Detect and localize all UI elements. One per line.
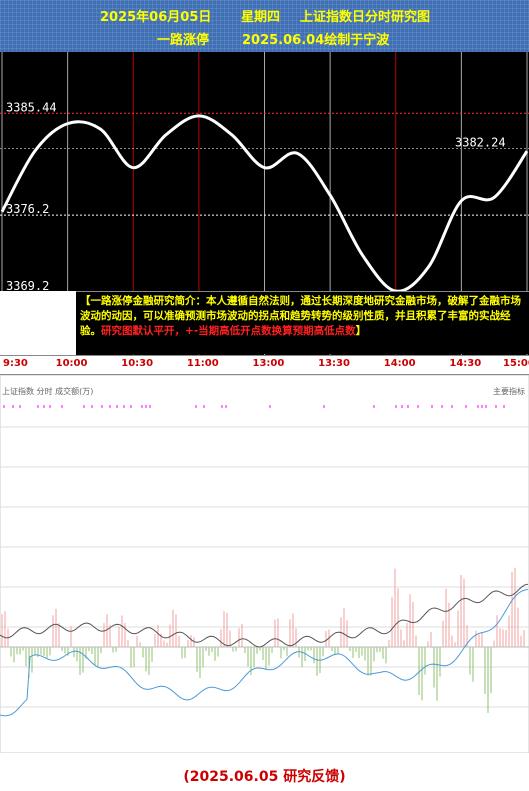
time-tick-label: 15:00	[503, 358, 529, 369]
intro-note-end: 】	[355, 325, 367, 337]
lower-panel-title: 上证指数 分时 成交额(万)	[2, 387, 94, 396]
time-tick-label: 14:00	[383, 358, 416, 369]
intro-note: 【一路涨停金融研究简介：本人遵循自然法则，通过长期深度地研究金融市场，破解了金融…	[76, 291, 529, 354]
header-date: 2025年06月05日	[100, 10, 212, 25]
time-axis: 9:30 10:00 10:30 11:00 13:00 13:30 14:00 14:30 1…	[0, 355, 529, 375]
time-tick-label: 13:30	[318, 358, 350, 369]
header-weekday: 星期四	[241, 10, 281, 25]
time-tick-label: 9:30	[3, 358, 28, 369]
lower-panel-svg	[0, 375, 529, 753]
time-tick-label: 10:00	[55, 358, 88, 369]
time-tick-label: 13:00	[252, 358, 285, 369]
price-level-label: 3385.44	[6, 100, 57, 114]
header: 2025年06月05日 星期四 上证指数日分时研究图 一路涨停 2025.06.…	[0, 0, 529, 52]
time-tick-label: 11:00	[186, 358, 219, 369]
time-tick-label: 10:30	[121, 358, 154, 369]
lower-panel-right-label: 主要指标	[493, 387, 525, 396]
header-made: 2025.06.04绘制于宁波	[242, 33, 390, 48]
time-tick-label: 14:30	[449, 358, 482, 369]
price-level-label: 3376.2	[6, 202, 49, 216]
intro-note-red: 研究图默认平开，+-当期高低开点数换算预期高低点数	[101, 325, 356, 337]
blank-block	[0, 291, 76, 355]
price-level-label: 3382.24	[455, 136, 506, 150]
header-title: 上证指数日分时研究图	[300, 10, 431, 25]
footer-feedback: (2025.06.05 研究反馈)	[183, 769, 346, 785]
lower-panel-frame	[0, 375, 529, 753]
header-name: 一路涨停	[157, 33, 210, 48]
